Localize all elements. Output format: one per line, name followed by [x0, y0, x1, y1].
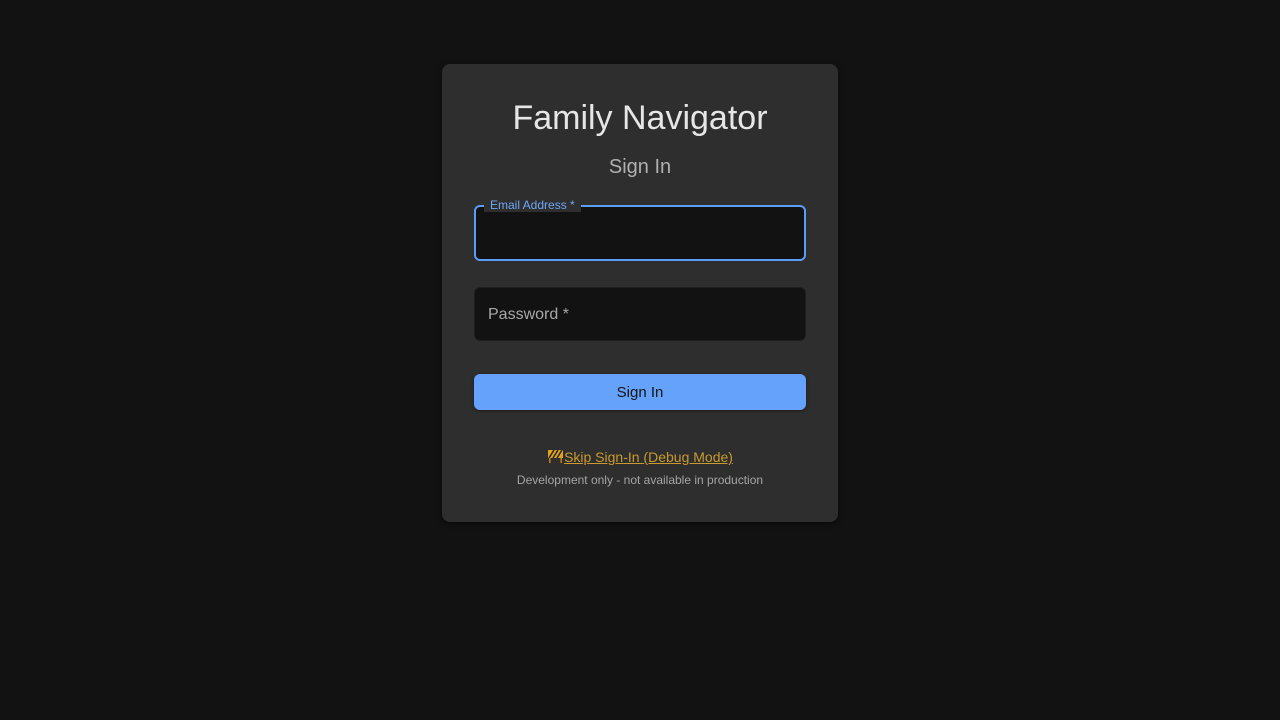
- debug-skip-row: Skip Sign-In (Debug Mode): [442, 447, 838, 468]
- skip-sign-in-link[interactable]: Skip Sign-In (Debug Mode): [547, 449, 733, 465]
- construction-barrier-icon: [547, 447, 564, 468]
- email-field[interactable]: Email Address *: [474, 198, 806, 261]
- form-heading: Sign In: [608, 156, 672, 178]
- debug-note: Development only - not available in prod…: [516, 473, 764, 487]
- sign-in-card: Family Navigator Sign In Email Address *…: [442, 64, 838, 522]
- app-title: Family Navigator: [512, 99, 768, 137]
- password-input[interactable]: [475, 288, 805, 340]
- email-input[interactable]: [476, 207, 804, 259]
- sign-in-button[interactable]: Sign In: [474, 374, 806, 410]
- password-field[interactable]: Password *: [474, 287, 806, 341]
